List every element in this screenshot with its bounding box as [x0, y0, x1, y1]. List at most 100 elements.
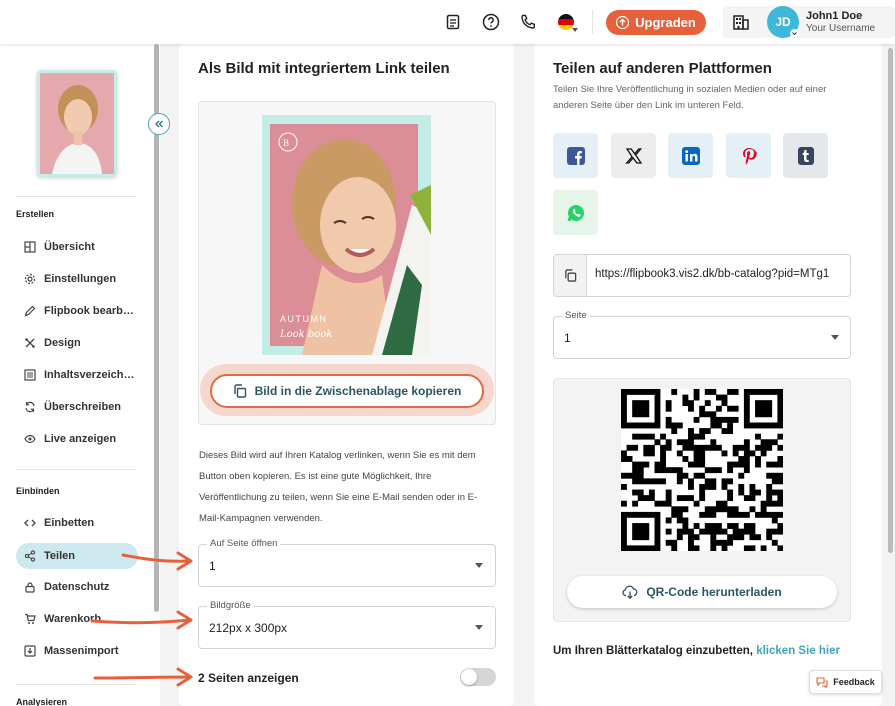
sidebar-item-design[interactable]: Design: [16, 330, 138, 356]
share-image-description: Dieses Bild wird auf Ihren Katalog verli…: [199, 450, 478, 524]
eye-icon: [24, 434, 36, 444]
overview-icon: [24, 241, 36, 253]
share-icon: [24, 550, 36, 562]
page-select[interactable]: [553, 316, 851, 359]
sidebar-item-label: Massenimport: [44, 645, 119, 657]
sidebar-item-label: Teilen: [44, 550, 75, 562]
whatsapp-icon: [567, 204, 584, 221]
pencil-icon: [24, 305, 36, 317]
sidebar-divider: [16, 684, 136, 685]
pinterest-icon: [742, 147, 757, 164]
chevrons-left-icon: [155, 120, 163, 128]
sidebar-item-label: Einstellungen: [44, 273, 117, 285]
sidebar-item-settings[interactable]: Einstellungen: [16, 266, 138, 292]
gear-icon: [24, 273, 36, 285]
cover-subtitle: Look book: [279, 329, 332, 340]
upgrade-label: Upgraden: [635, 15, 696, 30]
two-pages-toggle[interactable]: [460, 668, 496, 686]
sidebar-section-embed: Einbinden: [16, 486, 60, 496]
cart-icon: [25, 613, 36, 624]
flipbook-thumbnail[interactable]: [37, 70, 117, 177]
pinterest-share-button[interactable]: [726, 133, 771, 178]
embed-hint: Um Ihren Blätterkatalog einzubetten, kli…: [553, 641, 843, 661]
language-flag-icon[interactable]: [556, 12, 578, 32]
copy-image-button[interactable]: Bild in die Zwischenablage kopieren: [210, 374, 484, 408]
sidebar-section-create: Erstellen: [16, 209, 55, 219]
image-size-value: 212px x 300px: [209, 621, 288, 635]
toggle-knob: [461, 669, 477, 685]
document-icon[interactable]: [443, 12, 463, 32]
share-platforms-title: Teilen auf anderen Plattformen: [553, 60, 772, 77]
tumblr-share-button[interactable]: [783, 133, 828, 178]
topbar-divider: [592, 10, 593, 34]
cover-title: AUTUMN: [280, 314, 328, 324]
x-icon: [624, 147, 642, 164]
arrow-up-icon: [616, 16, 630, 29]
sidebar-item-label: Design: [44, 337, 81, 349]
sidebar-item-label: Inhaltsverzeich…: [44, 369, 135, 381]
copy-url-button[interactable]: [554, 255, 587, 296]
sidebar-item-label: Datenschutz: [44, 581, 110, 593]
sidebar-item-label: Überschreiben: [44, 401, 122, 413]
share-image-title: Als Bild mit integriertem Link teilen: [198, 60, 450, 77]
refresh-icon: [25, 401, 35, 413]
top-bar: Upgraden JD John1 Doe Your Username: [0, 0, 895, 44]
sidebar-item-bulk-import[interactable]: Massenimport: [16, 638, 138, 664]
collapse-sidebar-button[interactable]: [148, 113, 170, 135]
share-platforms-subtitle: Teilen Sie Ihre Veröffentlichung in sozi…: [553, 84, 827, 111]
phone-icon[interactable]: [518, 12, 538, 32]
user-name: John1 Doe: [806, 10, 863, 22]
sidebar-item-live[interactable]: Live anzeigen: [16, 426, 138, 452]
embed-hint-text: Um Ihren Blätterkatalog einzubetten,: [553, 645, 754, 657]
sidebar-item-share[interactable]: Teilen: [16, 543, 138, 569]
content-scrollbar[interactable]: [888, 48, 893, 553]
user-username: Your Username: [806, 23, 876, 34]
feedback-button[interactable]: Feedback: [809, 670, 882, 694]
sidebar-item-privacy[interactable]: Datenschutz: [16, 574, 138, 600]
upgrade-button[interactable]: Upgraden: [606, 10, 706, 35]
image-size-label: Bildgröße: [207, 600, 254, 611]
code-icon: [24, 519, 36, 527]
sidebar-item-overwrite[interactable]: Überschreiben: [16, 394, 138, 420]
two-pages-label: 2 Seiten anzeigen: [198, 671, 299, 685]
whatsapp-share-button[interactable]: [553, 190, 598, 235]
sidebar-item-label: Übersicht: [44, 241, 95, 253]
share-url-field[interactable]: https://flipbook3.vis2.dk/bb-catalog?pid…: [553, 254, 851, 297]
sidebar-item-label: Warenkorb: [44, 613, 102, 625]
sidebar-divider: [16, 196, 136, 197]
lock-icon: [25, 582, 35, 593]
sidebar-section-analyze: Analysieren: [16, 697, 68, 706]
caret-down-icon: [475, 563, 483, 568]
open-page-value: 1: [209, 559, 216, 573]
sidebar-item-overview[interactable]: Übersicht: [16, 234, 138, 260]
caret-down-icon: [475, 625, 483, 630]
copy-icon: [233, 384, 246, 398]
linkedin-icon: [681, 146, 700, 165]
download-qr-button[interactable]: QR-Code herunterladen: [567, 576, 837, 608]
caret-down-icon: [831, 335, 839, 340]
copy-icon: [564, 269, 576, 282]
sidebar-item-edit-flipbook[interactable]: Flipbook bearb…: [16, 298, 138, 324]
sidebar-item-label: Flipbook bearb…: [44, 305, 134, 317]
embed-link[interactable]: klicken Sie hier: [756, 645, 840, 657]
page-select-label: Seite: [562, 310, 590, 321]
help-icon[interactable]: [481, 12, 501, 32]
facebook-icon: [566, 146, 585, 165]
sidebar-item-toc[interactable]: Inhaltsverzeich…: [16, 362, 138, 388]
download-qr-label: QR-Code herunterladen: [646, 585, 782, 599]
sidebar-item-cart[interactable]: Warenkorb: [16, 606, 138, 632]
x-share-button[interactable]: [611, 133, 656, 178]
facebook-share-button[interactable]: [553, 133, 598, 178]
qr-code-image: [621, 389, 784, 552]
company-icon[interactable]: [731, 12, 751, 32]
sidebar-item-label: Einbetten: [44, 517, 95, 529]
cloud-download-icon: [622, 585, 638, 599]
page-select-value: 1: [564, 331, 571, 345]
svg-text:B: B: [283, 138, 289, 148]
tumblr-icon: [797, 146, 814, 165]
open-page-select[interactable]: [198, 544, 496, 587]
toc-icon: [24, 369, 36, 381]
share-url-value: https://flipbook3.vis2.dk/bb-catalog?pid…: [595, 268, 830, 280]
sidebar-item-embed[interactable]: Einbetten: [16, 510, 138, 536]
linkedin-share-button[interactable]: [668, 133, 713, 178]
